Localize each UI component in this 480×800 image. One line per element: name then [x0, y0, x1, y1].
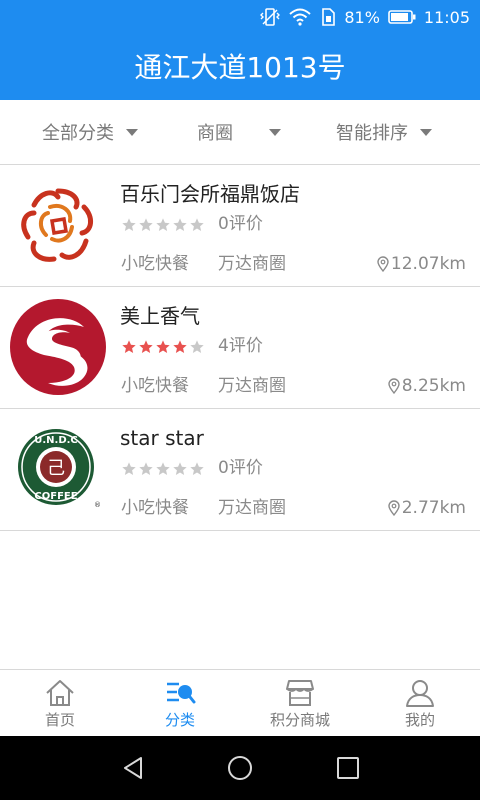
store-category: 小吃快餐	[121, 254, 189, 274]
filter-label: 全部分类	[42, 123, 114, 144]
tab-label: 我的	[404, 711, 435, 729]
store-row[interactable]: 己 U.N.D.C COFFEE ® star star 0评价 小吃快餐 万达…	[0, 409, 480, 531]
star-rating	[121, 461, 205, 477]
star-empty-icon	[173, 462, 187, 475]
store-distance: 12.07km	[377, 253, 466, 275]
distance-value: 12.07km	[390, 254, 466, 274]
wifi-icon	[288, 7, 312, 27]
store-logo-undc-coffee: 己 U.N.D.C COFFEE ®	[16, 427, 101, 511]
bottom-tab-bar: 首页 分类 积分商城 我的	[0, 669, 480, 737]
filter-business-district[interactable]: 商圈	[197, 120, 281, 144]
recent-apps-icon[interactable]	[334, 754, 362, 782]
star-empty-icon	[156, 218, 170, 231]
filter-smart-sort[interactable]: 智能排序	[336, 120, 432, 144]
home-circle-icon[interactable]	[226, 754, 254, 782]
star-filled-icon	[122, 340, 136, 353]
store-area: 万达商圈	[218, 254, 286, 274]
review-count: 4评价	[218, 336, 263, 356]
store-name: 美上香气	[120, 304, 200, 328]
system-navigation-bar	[0, 736, 480, 800]
star-empty-icon	[190, 340, 204, 353]
tab-label: 积分商城	[269, 711, 330, 729]
star-empty-icon	[139, 462, 153, 475]
location-pin-icon	[377, 256, 389, 272]
store-category: 小吃快餐	[121, 376, 189, 396]
star-empty-icon	[173, 218, 187, 231]
user-icon	[404, 678, 436, 708]
store-row[interactable]: 百乐门会所福鼎饭店 0评价 小吃快餐 万达商圈 12.07km	[0, 165, 480, 287]
back-icon[interactable]	[120, 754, 148, 782]
star-empty-icon	[122, 218, 136, 231]
star-rating	[121, 217, 205, 233]
store-row[interactable]: 美上香气 4评价 小吃快餐 万达商圈 8.25km	[0, 287, 480, 409]
store-logo-rose	[10, 177, 106, 273]
store-area: 万达商圈	[218, 498, 286, 518]
store-list: 百乐门会所福鼎饭店 0评价 小吃快餐 万达商圈 12.07km 美上香气 4评价…	[0, 165, 480, 531]
store-name: star star	[120, 426, 204, 450]
vibrate-icon	[260, 7, 281, 27]
store-distance: 2.77km	[388, 497, 466, 519]
chevron-down-icon	[126, 128, 138, 136]
filter-label: 智能排序	[336, 123, 408, 144]
distance-value: 8.25km	[401, 376, 466, 396]
home-icon	[44, 678, 76, 708]
logo-text-coffee: COFFEE	[34, 491, 77, 502]
store-icon	[284, 678, 316, 708]
tab-label: 首页	[44, 711, 75, 729]
tab-home[interactable]: 首页	[0, 670, 120, 737]
tab-category[interactable]: 分类	[120, 670, 240, 737]
store-logo-s	[8, 297, 108, 397]
logo-text-undc: U.N.D.C	[34, 435, 78, 446]
tab-points-mall[interactable]: 积分商城	[240, 670, 360, 737]
star-filled-icon	[139, 340, 153, 353]
review-count: 0评价	[218, 214, 263, 234]
star-empty-icon	[122, 462, 136, 475]
star-empty-icon	[190, 462, 204, 475]
status-bar: 81% 11:05	[0, 0, 480, 34]
star-filled-icon	[156, 340, 170, 353]
svg-text:己: 己	[47, 458, 65, 479]
store-name: 百乐门会所福鼎饭店	[120, 182, 300, 206]
star-empty-icon	[190, 218, 204, 231]
star-filled-icon	[173, 340, 187, 353]
filter-label: 商圈	[197, 123, 233, 144]
star-empty-icon	[139, 218, 153, 231]
category-search-icon	[164, 678, 196, 708]
filter-bar: 全部分类 商圈 智能排序	[0, 100, 480, 165]
tab-label: 分类	[164, 711, 195, 729]
chevron-down-icon	[269, 128, 281, 136]
battery-icon	[388, 9, 416, 25]
store-area: 万达商圈	[218, 376, 286, 396]
store-distance: 8.25km	[388, 375, 466, 397]
star-rating	[121, 339, 205, 355]
app-header: 通江大道1013号	[0, 34, 480, 100]
filter-all-categories[interactable]: 全部分类	[42, 120, 138, 144]
svg-text:®: ®	[94, 501, 100, 509]
star-empty-icon	[156, 462, 170, 475]
tab-mine[interactable]: 我的	[360, 670, 480, 737]
review-count: 0评价	[218, 458, 263, 478]
chevron-down-icon	[420, 128, 432, 136]
battery-percent: 81%	[344, 7, 380, 27]
store-category: 小吃快餐	[121, 498, 189, 518]
page-title: 通江大道1013号	[134, 51, 346, 84]
location-pin-icon	[388, 378, 400, 394]
distance-value: 2.77km	[401, 498, 466, 518]
status-time: 11:05	[423, 7, 470, 27]
location-pin-icon	[388, 500, 400, 516]
sim-icon	[320, 7, 336, 27]
